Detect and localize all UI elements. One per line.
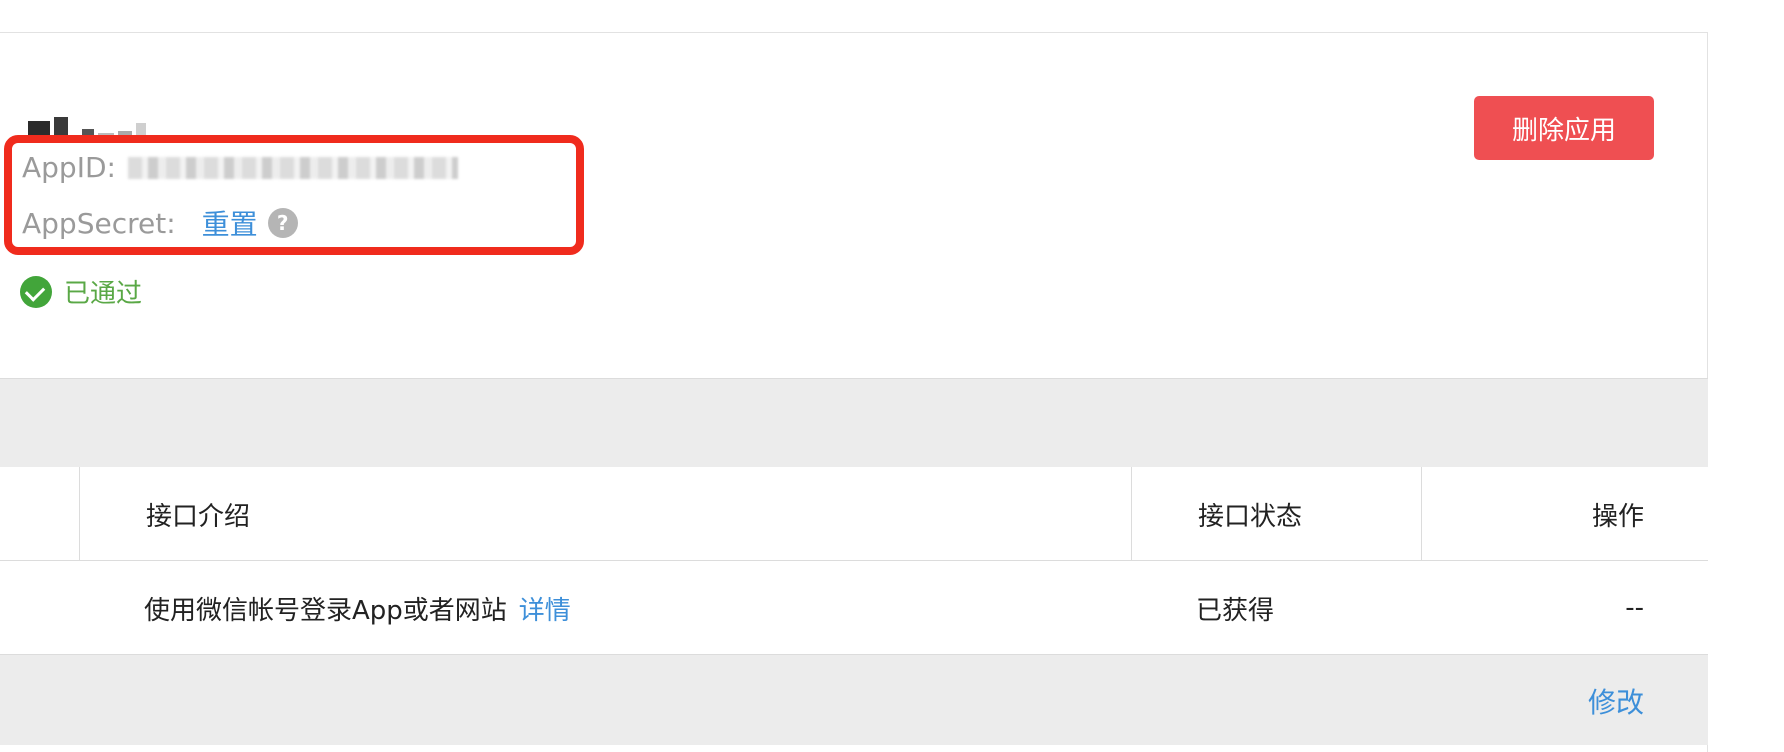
reset-secret-link[interactable]: 重置 [202, 203, 258, 243]
header-interface-intro: 接口介绍 [80, 467, 1132, 561]
approval-status: 已通过 [20, 273, 142, 310]
interface-action: -- [1625, 593, 1644, 623]
table-header-blank [0, 467, 80, 561]
appid-label: AppID: [22, 151, 116, 184]
interface-table: 接口介绍 接口状态 操作 使用微信帐号登录App或者网站 详情 已获得 -- 修… [0, 467, 1708, 745]
table-row: 使用微信帐号登录App或者网站 详情 已获得 -- [0, 561, 1708, 655]
interface-status: 已获得 [1196, 595, 1275, 626]
header-interface-status: 接口状态 [1132, 467, 1422, 561]
appsecret-label: AppSecret: [22, 206, 176, 240]
appid-row: AppID: [22, 151, 458, 184]
table-footer: 修改 [0, 655, 1708, 745]
question-circle-icon[interactable]: ? [267, 208, 298, 238]
app-card: AppID: AppSecret: 重置 ? 已通过 删除应用 接口介绍 接口状… [0, 32, 1708, 752]
table-header-row: 接口介绍 接口状态 操作 [0, 467, 1708, 561]
edit-link[interactable]: 修改 [1588, 681, 1644, 721]
status-label: 已通过 [64, 279, 143, 309]
delete-app-button[interactable]: 删除应用 [1474, 96, 1654, 160]
interface-description-cell: 使用微信帐号登录App或者网站 详情 [80, 561, 1132, 655]
detail-link[interactable]: 详情 [519, 590, 571, 627]
check-circle-icon [20, 275, 52, 308]
appsecret-row: AppSecret: 重置 ? [22, 203, 298, 243]
app-info-section: AppID: AppSecret: 重置 ? 已通过 删除应用 [0, 33, 1708, 378]
app-name-pixelated [28, 109, 146, 141]
gray-band [0, 379, 1708, 467]
appid-value-blurred [127, 156, 458, 179]
header-actions: 操作 [1591, 501, 1644, 532]
interface-description: 使用微信帐号登录App或者网站 [144, 595, 507, 626]
